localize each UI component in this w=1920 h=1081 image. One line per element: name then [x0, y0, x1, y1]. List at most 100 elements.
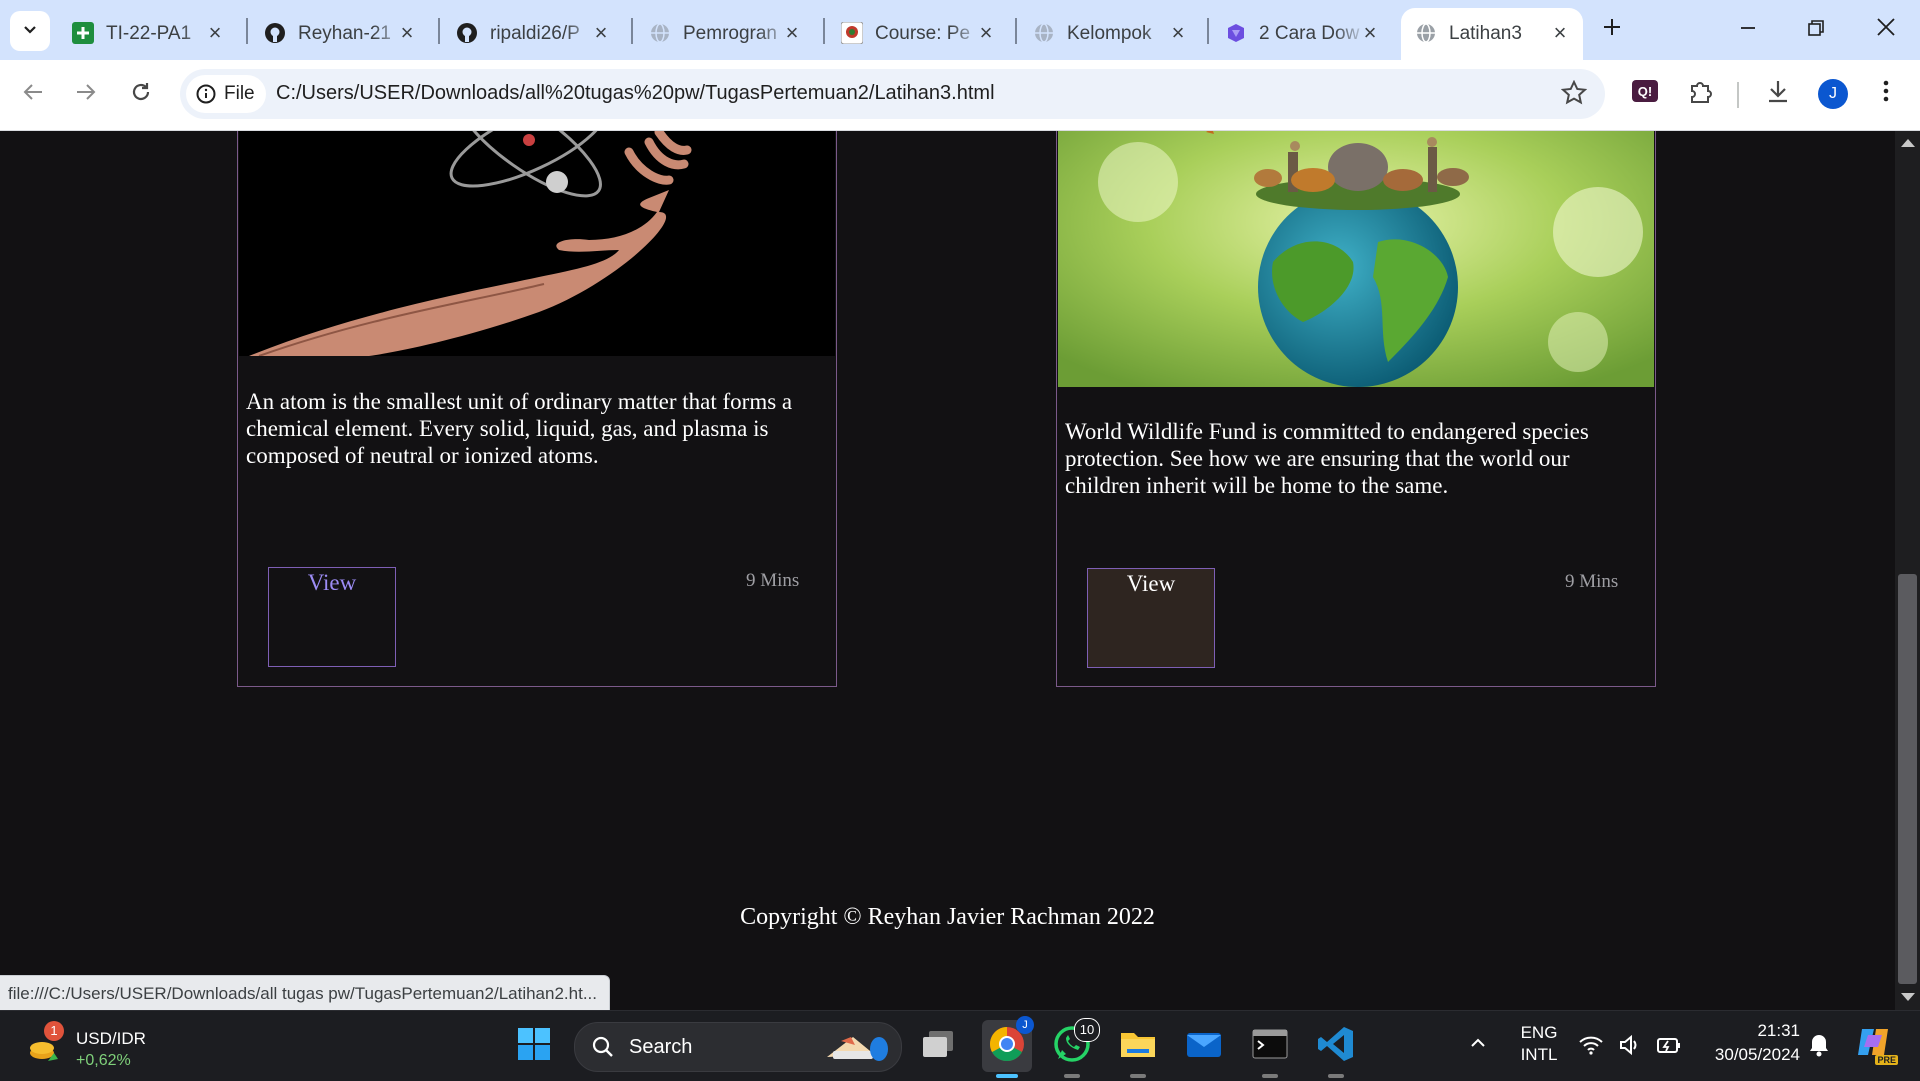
- github-icon: [456, 22, 478, 44]
- tab-separator: [823, 18, 825, 44]
- tab-title: Latihan3: [1449, 23, 1522, 44]
- currency-widget[interactable]: 1 USD/IDR +0,62%: [22, 1019, 172, 1073]
- profile-avatar[interactable]: J: [1818, 79, 1848, 109]
- clock-date: 30/05/2024: [1714, 1045, 1800, 1064]
- reload-button[interactable]: [121, 74, 161, 114]
- close-icon[interactable]: ×: [204, 20, 226, 45]
- restore-button[interactable]: [1796, 10, 1836, 50]
- menu-button[interactable]: [1866, 74, 1906, 114]
- tab-separator: [438, 18, 440, 44]
- close-icon[interactable]: ×: [781, 20, 803, 45]
- language-code: ENG: [1520, 1023, 1558, 1042]
- url-text[interactable]: C:/Users/USER/Downloads/all%20tugas%20pw…: [276, 82, 995, 105]
- taskbar-chrome[interactable]: J: [982, 1016, 1034, 1078]
- clock[interactable]: 21:31 30/05/2024: [1690, 1021, 1800, 1065]
- purple-logo-icon: [1225, 22, 1247, 44]
- taskbar-file-explorer[interactable]: [1116, 1024, 1160, 1078]
- close-icon[interactable]: ×: [1359, 20, 1381, 45]
- puzzle-icon: [1687, 78, 1713, 111]
- close-icon[interactable]: ×: [975, 20, 997, 45]
- task-view-icon: [921, 1029, 955, 1064]
- close-icon[interactable]: ×: [590, 20, 612, 45]
- taskbar-vscode[interactable]: [1314, 1024, 1358, 1078]
- notification-bell-icon[interactable]: [1808, 1033, 1830, 1062]
- tab-title: TI-22-PA1: [106, 23, 192, 44]
- running-indicator: [1262, 1074, 1278, 1078]
- close-icon: [1876, 16, 1896, 44]
- keyboard-layout: INTL: [1520, 1045, 1558, 1064]
- tray-overflow-chevron-up-icon[interactable]: [1468, 1033, 1488, 1058]
- tab-search-button[interactable]: [10, 11, 50, 51]
- globe-icon: [649, 22, 671, 44]
- scroll-up-arrow-icon[interactable]: [1901, 139, 1915, 147]
- arrow-right-icon: [75, 79, 97, 110]
- system-tray-icons[interactable]: [1578, 1033, 1682, 1062]
- footer-copyright: Copyright © Reyhan Javier Rachman 2022: [740, 904, 1155, 930]
- taskbar-search[interactable]: Search: [574, 1022, 902, 1072]
- task-view-button[interactable]: [916, 1024, 960, 1068]
- language-indicator[interactable]: ENG INTL: [1516, 1023, 1562, 1065]
- mail-icon: [1185, 1029, 1223, 1064]
- tab-kelompok[interactable]: Kelompok ×: [1019, 8, 1201, 60]
- site-info-chip[interactable]: File: [186, 75, 266, 113]
- info-icon: [196, 84, 216, 104]
- copilot-button[interactable]: PRE: [1856, 1025, 1898, 1065]
- windows-logo-icon: [517, 1027, 551, 1066]
- new-tab-button[interactable]: [1592, 10, 1632, 50]
- tab-separator: [631, 18, 633, 44]
- kebab-menu-icon: [1882, 79, 1890, 110]
- close-icon[interactable]: ×: [396, 20, 418, 45]
- tab-2-cara-download[interactable]: 2 Cara Dow ×: [1211, 8, 1393, 60]
- view-button[interactable]: View: [1087, 568, 1215, 668]
- tab-strip: TI-22-PA1 × Reyhan-21 × ripaldi26/P × Pe…: [0, 0, 1920, 60]
- tab-pemrograman[interactable]: Pemrogran ×: [635, 8, 815, 60]
- sheets-plus-icon: [72, 22, 94, 44]
- back-button[interactable]: [13, 74, 53, 114]
- toolbar-divider: [1737, 82, 1739, 108]
- chrome-profile-badge: J: [1016, 1016, 1034, 1034]
- start-button[interactable]: [512, 1024, 556, 1068]
- tab-title: Course: Pe: [875, 23, 971, 44]
- site-chip-label: File: [224, 83, 255, 104]
- tab-course[interactable]: Course: Pe ×: [827, 8, 1009, 60]
- running-indicator: [1328, 1074, 1344, 1078]
- tab-ripaldi26[interactable]: ripaldi26/P ×: [442, 8, 624, 60]
- page-viewport: An atom is the smallest unit of ordinary…: [0, 131, 1895, 1010]
- tab-title: Pemrogran: [683, 23, 777, 44]
- tab-title: Reyhan-21: [298, 23, 391, 44]
- tab-latihan3[interactable]: Latihan3 ×: [1401, 8, 1583, 60]
- tab-title: ripaldi26/P: [490, 23, 580, 44]
- extension-qa-button[interactable]: Q!: [1625, 74, 1665, 114]
- read-duration: 9 Mins: [746, 570, 800, 591]
- taskbar-mail[interactable]: [1182, 1024, 1226, 1068]
- github-icon: [264, 22, 286, 44]
- scroll-down-arrow-icon[interactable]: [1901, 993, 1915, 1001]
- volume-icon: [1618, 1033, 1642, 1062]
- taskbar-whatsapp[interactable]: 10: [1050, 1018, 1100, 1078]
- close-icon[interactable]: ×: [1167, 20, 1189, 45]
- tab-title: Kelompok: [1067, 23, 1152, 44]
- view-button[interactable]: View: [268, 567, 396, 667]
- taskbar-terminal[interactable]: [1248, 1024, 1292, 1078]
- widget-badge: 1: [44, 1021, 64, 1041]
- search-icon: [591, 1035, 615, 1064]
- battery-charging-icon: [1656, 1033, 1682, 1062]
- browser-toolbar: File C:/Users/USER/Downloads/all%20tugas…: [0, 60, 1920, 131]
- downloads-button[interactable]: [1758, 74, 1798, 114]
- running-indicator: [1064, 1074, 1080, 1078]
- extensions-button[interactable]: [1680, 74, 1720, 114]
- tab-separator: [1015, 18, 1017, 44]
- tab-reyhan-21[interactable]: Reyhan-21 ×: [250, 8, 430, 60]
- close-icon[interactable]: ×: [1549, 20, 1571, 45]
- scrollbar-thumb[interactable]: [1898, 574, 1917, 984]
- restore-icon: [1807, 16, 1825, 44]
- tab-ti-22-pa1[interactable]: TI-22-PA1 ×: [58, 8, 238, 60]
- page-scrollbar[interactable]: [1895, 131, 1920, 1010]
- forward-button[interactable]: [66, 74, 106, 114]
- minimize-icon: [1739, 16, 1757, 44]
- close-window-button[interactable]: [1866, 10, 1906, 50]
- address-bar[interactable]: File C:/Users/USER/Downloads/all%20tugas…: [180, 69, 1605, 119]
- tab-separator: [1207, 18, 1209, 44]
- minimize-button[interactable]: [1728, 10, 1768, 50]
- star-icon[interactable]: [1560, 79, 1588, 111]
